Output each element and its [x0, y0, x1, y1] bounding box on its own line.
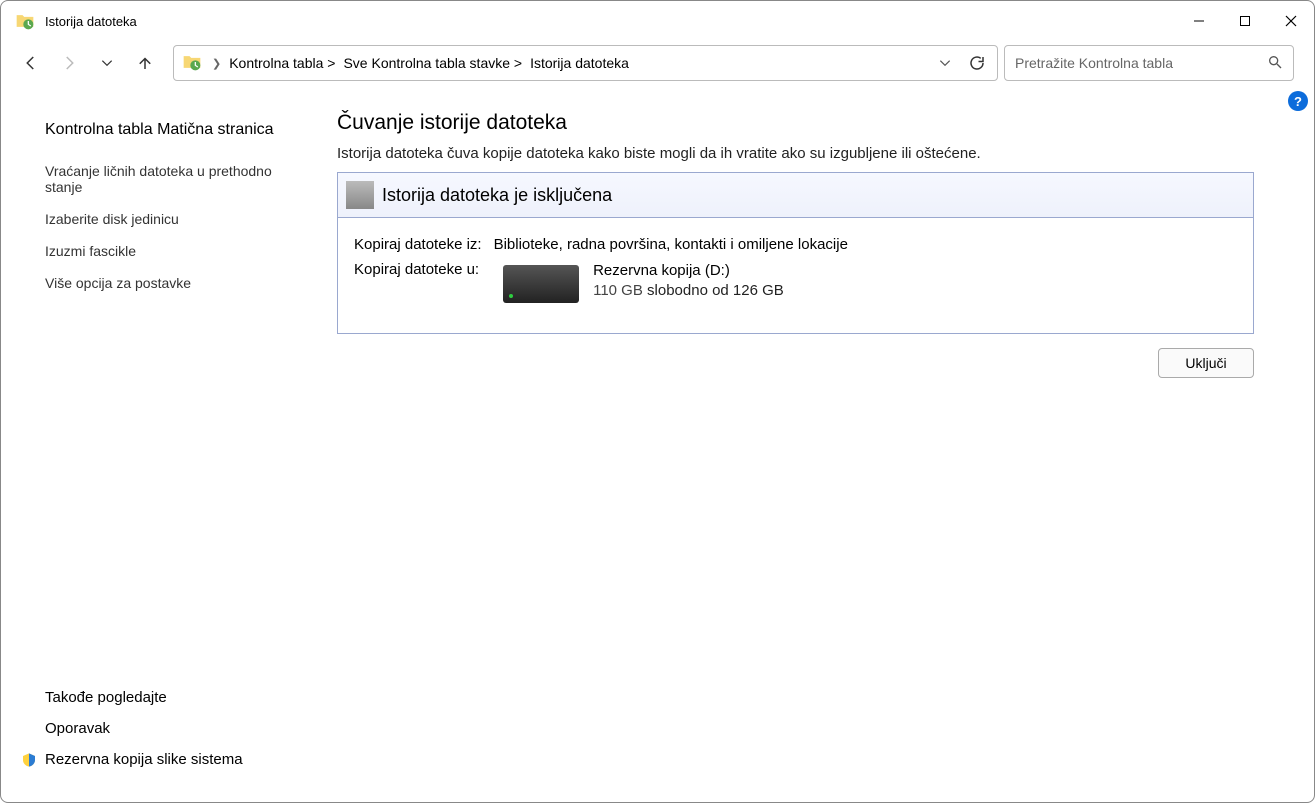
drive-free-suffix: slobodno od 126 GB [643, 282, 784, 299]
sidebar-home-link[interactable]: Kontrolna tabla Matična stranica [45, 121, 281, 139]
breadcrumb-item[interactable]: Kontrolna tabla > [229, 55, 335, 71]
maximize-button[interactable] [1222, 1, 1268, 41]
seealso-system-image-label: Rezervna kopija slike sistema [45, 751, 243, 768]
address-dropdown[interactable] [933, 51, 957, 75]
titlebar: Istorija datoteka [1, 1, 1314, 41]
status-off-icon [346, 181, 374, 209]
window-title: Istorija datoteka [45, 14, 137, 29]
sidebar-link-select-drive[interactable]: Izaberite disk jedinicu [45, 211, 281, 227]
breadcrumb-item[interactable]: Istorija datoteka [530, 55, 629, 71]
file-history-icon [15, 11, 35, 31]
chevron-right-icon: ❯ [212, 57, 221, 70]
page-heading: Čuvanje istorije datoteka [337, 111, 1254, 135]
minimize-button[interactable] [1176, 1, 1222, 41]
seealso-heading: Takođe pogledajte [45, 689, 281, 706]
page-subtitle: Istorija datoteka čuva kopije datoteka k… [337, 145, 1254, 162]
status-text: Istorija datoteka je isključena [382, 185, 612, 206]
details-box: Kopiraj datoteke iz: Biblioteke, radna p… [337, 218, 1254, 334]
shield-icon [21, 752, 37, 768]
search-box[interactable] [1004, 45, 1294, 81]
refresh-button[interactable] [965, 51, 989, 75]
status-banner: Istorija datoteka je isključena [337, 172, 1254, 218]
forward-button[interactable] [59, 53, 79, 73]
main-panel: ? Čuvanje istorije datoteka Istorija dat… [301, 91, 1314, 802]
copy-from-label: Kopiraj datoteke iz: [354, 236, 482, 253]
up-button[interactable] [135, 53, 155, 73]
window-controls [1176, 1, 1314, 41]
search-icon[interactable] [1267, 54, 1283, 73]
recent-dropdown[interactable] [97, 53, 117, 73]
back-button[interactable] [21, 53, 41, 73]
drive-name: Rezervna kopija (D:) [593, 261, 784, 281]
copy-from-value: Biblioteke, radna površina, kontakti i o… [494, 236, 848, 253]
address-icon [182, 52, 204, 74]
help-icon[interactable]: ? [1288, 91, 1308, 111]
sidebar-link-exclude[interactable]: Izuzmi fascikle [45, 243, 281, 259]
sidebar-link-advanced[interactable]: Više opcija za postavke [45, 275, 281, 291]
drive-icon [503, 265, 579, 303]
drive-free: 110 GB [593, 282, 643, 299]
search-input[interactable] [1015, 55, 1259, 71]
copy-to-label: Kopiraj datoteke u: [354, 261, 479, 278]
close-button[interactable] [1268, 1, 1314, 41]
breadcrumb-item[interactable]: Sve Kontrolna tabla stavke > [343, 55, 522, 71]
turn-on-button[interactable]: Uključi [1158, 348, 1254, 378]
navigation-row: ❯ Kontrolna tabla > Sve Kontrolna tabla … [1, 41, 1314, 91]
seealso-recovery[interactable]: Oporavak [45, 720, 281, 737]
seealso-system-image[interactable]: Rezervna kopija slike sistema [45, 751, 281, 768]
address-bar[interactable]: ❯ Kontrolna tabla > Sve Kontrolna tabla … [173, 45, 998, 81]
sidebar-link-restore[interactable]: Vraćanje ličnih datoteka u prethodno sta… [45, 163, 281, 195]
sidebar: Kontrolna tabla Matična stranica Vraćanj… [1, 91, 301, 802]
